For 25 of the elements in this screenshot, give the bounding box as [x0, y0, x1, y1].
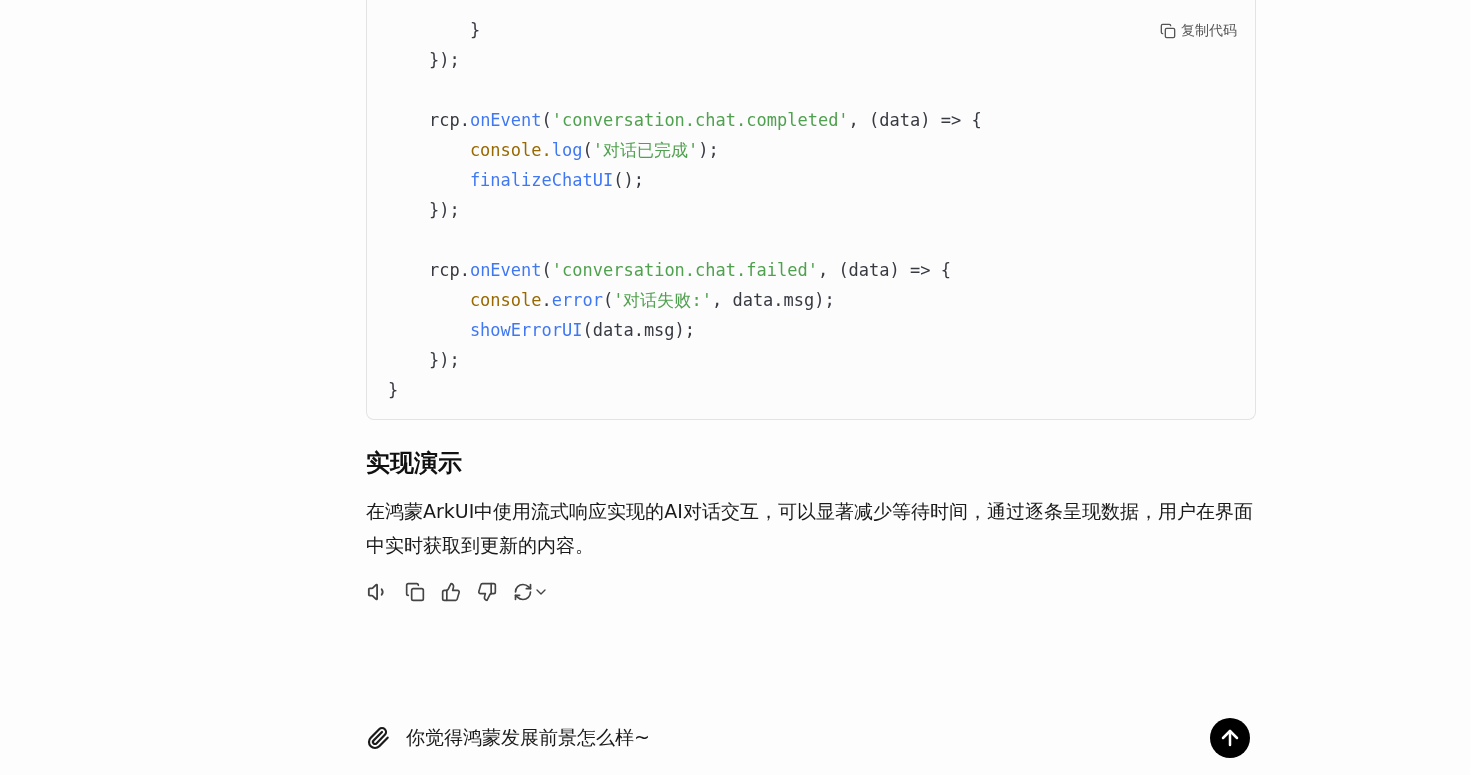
copy-code-button[interactable]: 复制代码 — [1160, 22, 1237, 40]
message-input[interactable]: 你觉得鸿蒙发展前景怎么样~ — [406, 723, 1194, 753]
copy-icon — [405, 582, 425, 602]
like-button[interactable] — [440, 581, 462, 603]
refresh-icon — [513, 582, 533, 602]
attach-icon[interactable] — [366, 726, 390, 750]
thumbs-down-icon — [477, 582, 497, 602]
code-line: } — [468, 19, 481, 42]
copy-icon — [1160, 23, 1176, 39]
code-line: console.log('对话已完成'); — [468, 139, 719, 162]
code-line: }); — [427, 199, 460, 222]
code-line: rcp.onEvent('conversation.chat.failed', (data) => { — [427, 259, 951, 282]
code-line: }); — [427, 49, 460, 72]
code-line: finalizeChatUI(); — [468, 169, 644, 192]
send-button[interactable] — [1210, 718, 1250, 758]
code-line: console.error('对话失败:', data.msg); — [468, 289, 835, 312]
code-line: showErrorUI(data.msg); — [468, 319, 696, 342]
code-line: rcp.onEvent('conversation.chat.completed', (data) => { — [427, 109, 982, 132]
code-line: } — [388, 379, 399, 402]
answer-paragraph: 在鸿蒙ArkUI中使用流式响应实现的AI对话交互，可以显著减少等待时间，通过逐条呈现数据，用户在界面中实时获取到更新的内容。 — [366, 499, 1254, 558]
copy-button[interactable] — [404, 581, 426, 603]
section-heading: 实现演示 — [366, 448, 463, 478]
thumbs-up-icon — [441, 582, 461, 602]
code-line: }); — [427, 349, 460, 372]
dislike-button[interactable] — [476, 581, 498, 603]
